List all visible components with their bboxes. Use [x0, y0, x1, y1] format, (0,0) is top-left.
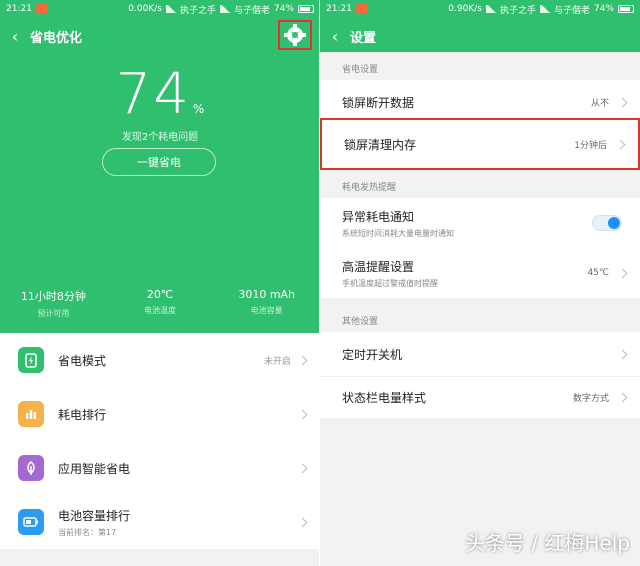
battery-percent-symbol: % — [192, 102, 205, 116]
stat-battery-temperature: 20℃ 电池温度 — [144, 288, 176, 315]
carrier-2: 与子偕老 — [233, 5, 270, 16]
signal-icon — [165, 5, 176, 13]
battery-percentage: 74% — [0, 62, 320, 127]
status-time: 21:21 — [326, 4, 352, 14]
chevron-right-icon — [297, 517, 308, 527]
battery-percent-value: 74 — [115, 62, 191, 127]
settings-button[interactable] — [278, 20, 312, 50]
top-bar: ‹ 省电优化 — [0, 18, 320, 54]
current-rank: 当前排名：第17 — [58, 527, 117, 537]
battery-status-icon — [298, 5, 314, 13]
stat-battery-capacity: 3010 mAh 电池容量 — [238, 288, 296, 315]
top-bar: ‹ 设置 — [320, 18, 640, 54]
chevron-right-icon — [617, 268, 628, 278]
abnormal-usage-toggle[interactable] — [592, 215, 622, 231]
chevron-right-icon — [297, 463, 308, 473]
setting-status-bar-battery-style[interactable]: 状态栏电量样式 数字方式 — [320, 376, 640, 418]
carrier-1: 执子之手 — [499, 5, 536, 16]
notification-badge-icon — [35, 4, 48, 14]
issue-summary: 发现2个耗电问题 — [121, 132, 199, 143]
status-time: 21:21 — [6, 4, 32, 14]
battery-percent-status: 74% — [593, 4, 614, 14]
battery-stats: 11小时8分钟 预计可用 20℃ 电池温度 3010 mAh 电池容量 — [0, 288, 320, 319]
section-header-other-settings: 其他设置 — [342, 317, 379, 327]
battery-percent-status: 74% — [273, 4, 294, 14]
status-bar: 21:21 0.90K/s 执子之手 与子偕老 74% — [320, 0, 640, 18]
stat-remaining-time: 11小时8分钟 预计可用 — [20, 290, 86, 318]
one-click-save-button[interactable]: 一键省电 — [102, 148, 216, 176]
chevron-right-icon — [297, 355, 308, 365]
chevron-right-icon — [615, 139, 626, 149]
battery-icon — [18, 509, 44, 535]
signal-icon — [539, 5, 550, 13]
setting-scheduled-power-on-off[interactable]: 定时开关机 — [320, 332, 640, 376]
leaf-icon — [18, 455, 44, 481]
setting-lock-screen-clear-memory[interactable]: 锁屏清理内存 1分钟后 — [320, 118, 640, 170]
setting-high-temperature-alert[interactable]: 高温提醒设置 手机温度超过警戒值时提醒 45℃ — [320, 248, 640, 298]
network-speed: 0.00K/s — [128, 4, 162, 14]
carrier-2: 与子偕老 — [553, 5, 590, 16]
section-header-heat-alerts: 耗电发热提醒 — [342, 183, 397, 193]
page-title: 省电优化 — [30, 30, 83, 46]
chevron-right-icon — [297, 409, 308, 419]
gear-icon — [287, 27, 303, 43]
back-arrow-icon[interactable]: ‹ — [320, 27, 350, 46]
list-item-power-saving-mode[interactable]: 省电模式 未开启 — [0, 333, 320, 387]
bar-chart-icon — [18, 401, 44, 427]
right-screen: 21:21 0.90K/s 执子之手 与子偕老 74% ‹ 设置 省电设置 锁屏… — [320, 0, 640, 566]
network-speed: 0.90K/s — [448, 4, 482, 14]
notification-badge-icon — [355, 4, 368, 14]
signal-icon — [485, 5, 496, 13]
chevron-right-icon — [617, 392, 628, 403]
chevron-right-icon — [617, 97, 628, 107]
left-screen: 21:21 0.00K/s 执子之手 与子偕老 74% ‹ 省电优化 74% 发… — [0, 0, 320, 566]
page-title: 设置 — [350, 30, 377, 46]
power-saver-icon — [18, 347, 44, 373]
status-bar: 21:21 0.00K/s 执子之手 与子偕老 74% — [0, 0, 320, 18]
list-item-battery-capacity-ranking[interactable]: 电池容量排行 当前排名：第17 — [0, 495, 320, 549]
section-header-power-settings: 省电设置 — [342, 65, 379, 75]
back-arrow-icon[interactable]: ‹ — [0, 27, 30, 46]
battery-status-icon — [618, 5, 634, 13]
signal-icon — [219, 5, 230, 13]
list-item-power-usage-ranking[interactable]: 耗电排行 — [0, 387, 320, 441]
list-item-smart-app-saving[interactable]: 应用智能省电 — [0, 441, 320, 495]
watermark: 头条号 / 红梅Help — [464, 531, 630, 555]
carrier-1: 执子之手 — [179, 5, 216, 16]
setting-abnormal-usage-notification[interactable]: 异常耗电通知 系统短时间消耗大量电量时通知 — [320, 198, 640, 248]
toggle-knob — [608, 217, 620, 229]
power-saving-mode-status: 未开启 — [263, 356, 291, 367]
feature-list: 省电模式 未开启 耗电排行 应用智能省电 电池容量排行 当前排名：第17 — [0, 333, 320, 549]
chevron-right-icon — [617, 349, 628, 359]
